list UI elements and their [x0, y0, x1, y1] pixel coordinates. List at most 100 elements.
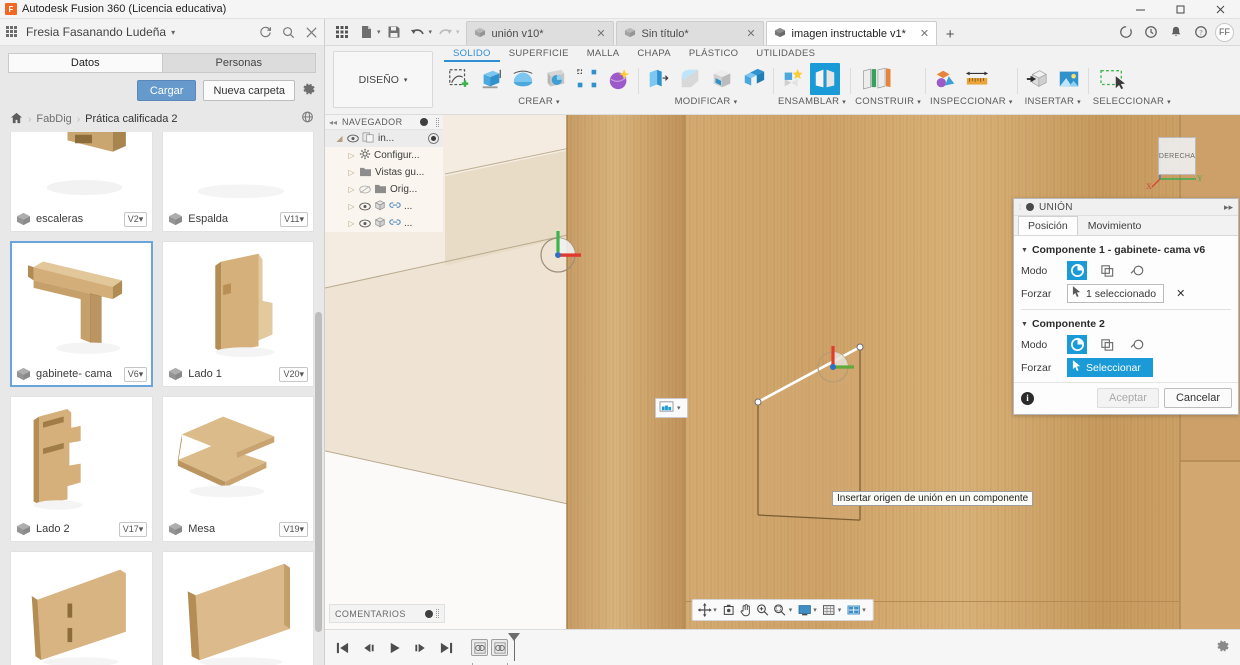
settings-dot-icon[interactable]: [420, 118, 428, 126]
file-card-pared-2[interactable]: pared 2 V4▾: [10, 551, 154, 665]
browser-row-component-1[interactable]: ▷ ...: [325, 198, 443, 215]
chevron-down-icon[interactable]: ▾: [171, 28, 175, 37]
offset-icon[interactable]: [1127, 261, 1147, 280]
union-dialog[interactable]: ⦙ UNIÓN ▸▸ Posición Movimiento ▼ Compone…: [1013, 198, 1239, 415]
extrude-icon[interactable]: [476, 63, 506, 95]
dialog-header[interactable]: ⦙ UNIÓN ▸▸: [1014, 199, 1238, 216]
between-two-faces-icon[interactable]: [1097, 335, 1117, 354]
accept-button[interactable]: Aceptar: [1097, 388, 1159, 408]
breadcrumb-item-current[interactable]: Prática calificada 2: [85, 113, 177, 125]
dialog-tab-posicion[interactable]: Posición: [1018, 216, 1078, 235]
skip-start-icon[interactable]: [335, 641, 350, 655]
avatar[interactable]: FF: [1215, 22, 1234, 42]
file-card-pared-de-la-cama[interactable]: Pared de la cama V10▾: [162, 551, 314, 665]
press-pull-icon[interactable]: [643, 63, 673, 95]
team-name-label[interactable]: Fresia Fasanando Ludeña: [26, 25, 166, 39]
chevron-down-icon-redo[interactable]: ▾: [456, 28, 460, 36]
inspeccionar-label[interactable]: INSPECCIONAR: [930, 96, 1006, 107]
chevron-down-icon[interactable]: ▾: [842, 99, 846, 106]
new-component-icon[interactable]: [778, 63, 808, 95]
file-card-gabinete-cama[interactable]: gabinete- cama V6▾: [10, 241, 154, 387]
info-icon[interactable]: i: [1021, 391, 1034, 405]
viewports-icon[interactable]: [845, 601, 861, 619]
eye-icon[interactable]: [359, 219, 371, 228]
ribbon-tab-solido[interactable]: SOLIDO: [444, 48, 500, 62]
workspace-selector[interactable]: DISEÑO ▾: [333, 51, 433, 108]
timeline-settings-gear-icon[interactable]: [1216, 639, 1230, 656]
close-panel-icon[interactable]: [305, 26, 318, 39]
settings-dot-icon[interactable]: [425, 609, 433, 618]
chevron-down-icon[interactable]: ▾: [917, 99, 921, 106]
insert-derive-icon[interactable]: [1022, 63, 1052, 95]
view-cube-face[interactable]: DERECHA: [1158, 137, 1196, 175]
sweep-icon[interactable]: [540, 63, 570, 95]
document-tab-sin-titulo[interactable]: Sin título* ✕: [615, 21, 764, 45]
window-close-button[interactable]: [1200, 0, 1240, 19]
file-version-badge[interactable]: V19▾: [279, 521, 308, 537]
chevron-down-icon-display[interactable]: ▾: [813, 606, 817, 614]
save-icon[interactable]: [383, 21, 405, 43]
close-icon[interactable]: ✕: [588, 27, 605, 40]
step-back-icon[interactable]: [361, 641, 376, 655]
joint-origin-mode-icon[interactable]: [1067, 335, 1087, 354]
selection-field-componente-1[interactable]: 1 seleccionado: [1067, 284, 1165, 303]
measure-icon[interactable]: [962, 63, 992, 95]
insert-image-icon[interactable]: [1054, 63, 1084, 95]
insertar-label[interactable]: INSERTAR: [1025, 96, 1075, 107]
ribbon-tab-chapa[interactable]: CHAPA: [628, 48, 680, 62]
chevron-down-icon-zoom[interactable]: ▾: [789, 606, 793, 614]
new-folder-button[interactable]: Nueva carpeta: [203, 80, 295, 101]
chevron-down-icon[interactable]: ▾: [1077, 99, 1081, 106]
notifications-bell-icon[interactable]: [1165, 21, 1187, 43]
3d-viewport[interactable]: Insertar origen de unión en un component…: [325, 115, 1240, 629]
drag-grip-icon[interactable]: ⦙: [1019, 202, 1021, 213]
collapse-dialog-icon[interactable]: ▸▸: [1224, 202, 1233, 213]
selection-field-componente-2[interactable]: Seleccionar: [1067, 358, 1153, 377]
data-panel-scrollbar[interactable]: [315, 312, 322, 632]
ribbon-tab-superficie[interactable]: SUPERFICIE: [500, 48, 578, 62]
pan-icon[interactable]: [738, 601, 754, 619]
shell-icon[interactable]: [707, 63, 737, 95]
eye-icon[interactable]: [359, 202, 371, 211]
chevron-down-icon[interactable]: ▾: [1009, 99, 1013, 106]
revolve-icon[interactable]: [508, 63, 538, 95]
file-version-badge[interactable]: V6▾: [123, 366, 148, 382]
job-status-icon[interactable]: [1115, 21, 1137, 43]
chevron-down-icon-grid[interactable]: ▾: [838, 606, 842, 614]
create-sketch-icon[interactable]: [444, 63, 474, 95]
zoom-window-icon[interactable]: [772, 601, 788, 619]
redo-icon[interactable]: [434, 21, 456, 43]
refresh-icon[interactable]: [259, 26, 272, 39]
recent-icon[interactable]: [1140, 21, 1162, 43]
expand-triangle-icon[interactable]: ▷: [347, 185, 356, 194]
combine-icon[interactable]: [739, 63, 769, 95]
ensamblar-label[interactable]: ENSAMBLAR: [778, 96, 839, 107]
expand-triangle-icon[interactable]: ◢: [335, 134, 344, 143]
section-header-componente-2[interactable]: ▼ Componente 2: [1014, 314, 1238, 333]
chevron-down-icon[interactable]: ▾: [734, 99, 738, 106]
chevron-down-icon[interactable]: ▾: [556, 99, 560, 106]
viewport-mini-toolbar[interactable]: ▾: [655, 398, 688, 418]
file-card-lado-1[interactable]: Lado 1 V20▾: [162, 241, 314, 387]
comments-panel[interactable]: COMENTARIOS: [329, 604, 445, 623]
pattern-icon[interactable]: [572, 63, 602, 95]
file-card-espalda[interactable]: Espalda V11▾: [162, 132, 314, 232]
expand-triangle-icon[interactable]: ▼: [1021, 247, 1028, 254]
ribbon-tab-utilidades[interactable]: UTILIDADES: [747, 48, 824, 62]
expand-triangle-icon[interactable]: ▷: [347, 202, 356, 211]
select-window-icon[interactable]: [1093, 63, 1133, 95]
view-cube[interactable]: Z Y X DERECHA: [1146, 136, 1203, 191]
resize-grip[interactable]: [436, 609, 439, 618]
offset-icon[interactable]: [1127, 335, 1147, 354]
clear-selection-icon[interactable]: ✕: [1176, 287, 1185, 300]
crear-label[interactable]: CREAR: [518, 96, 553, 107]
new-file-icon[interactable]: [355, 21, 377, 43]
browser-row-origen[interactable]: ▷ Orig...: [325, 181, 443, 198]
dialog-tab-movimiento[interactable]: Movimiento: [1078, 216, 1152, 235]
play-icon[interactable]: [387, 641, 402, 655]
file-card-mesa[interactable]: Mesa V19▾: [162, 396, 314, 542]
tab-datos[interactable]: Datos: [8, 53, 162, 73]
close-icon[interactable]: ✕: [738, 27, 755, 40]
file-version-badge[interactable]: V11▾: [280, 211, 308, 227]
fillet-icon[interactable]: [675, 63, 705, 95]
